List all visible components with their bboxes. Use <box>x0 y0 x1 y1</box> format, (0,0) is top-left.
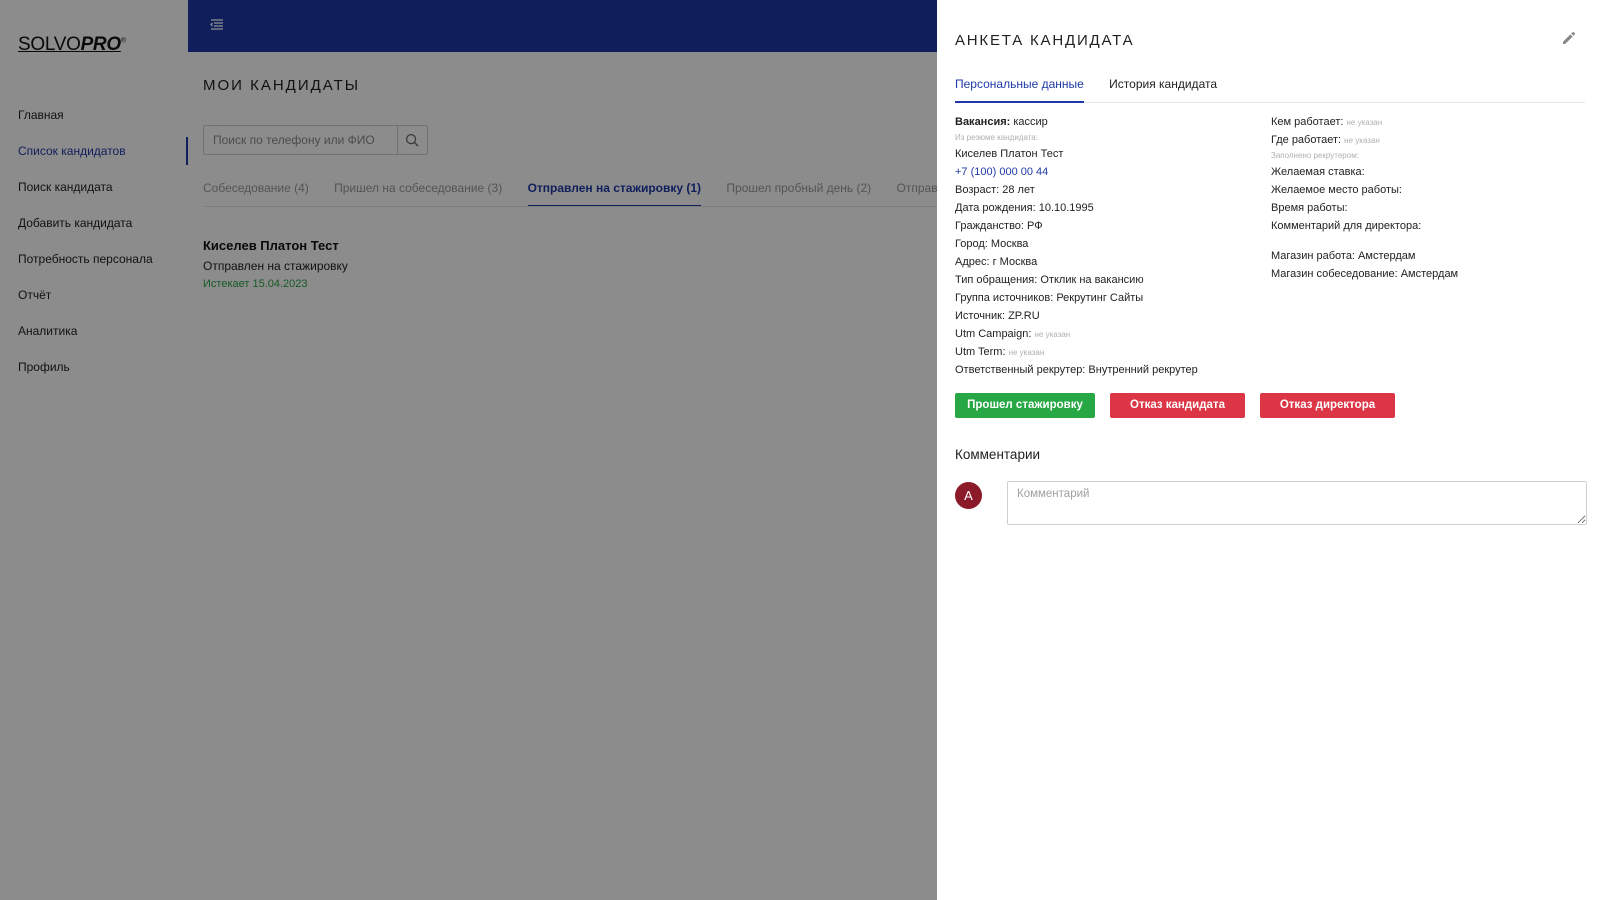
vacancy-label: Вакансия: <box>955 116 1011 128</box>
personal-data-right: Кем работает: не указан Где работает: не… <box>1271 113 1581 283</box>
tab-personal-data[interactable]: Персональные данные <box>955 73 1084 103</box>
utm-campaign-value: не указан <box>1034 330 1071 339</box>
tab-candidate-history[interactable]: История кандидата <box>1109 73 1217 103</box>
store-work-row: Магазин работа: Амстердам <box>1271 250 1416 262</box>
resume-hint: Из резюме кандидата: <box>955 133 1038 142</box>
phone-link[interactable]: +7 (100) 000 00 44 <box>955 163 1255 181</box>
utm-campaign-row: Utm Campaign: не указан <box>955 325 1255 343</box>
age-row: Возраст: 28 лет <box>955 184 1035 196</box>
utm-campaign-label: Utm Campaign: <box>955 328 1032 340</box>
comment-input[interactable] <box>1007 481 1587 525</box>
pencil-icon[interactable] <box>1560 29 1578 47</box>
vacancy-row: Вакансия: кассир <box>955 113 1255 131</box>
address-row: Адрес: г Москва <box>955 256 1038 268</box>
modal-backdrop[interactable] <box>0 0 937 900</box>
citizenship-row: Гражданство: РФ <box>955 220 1043 232</box>
source-group-row: Группа источников: Рекрутинг Сайты <box>955 292 1144 304</box>
vacancy-value: кассир <box>1013 116 1048 128</box>
work-time-row: Время работы: <box>1271 202 1348 214</box>
works-where-value: не указан <box>1344 136 1380 145</box>
source-row: Источник: ZP.RU <box>955 310 1040 322</box>
candidate-full-name: Киселев Платон Тест <box>955 148 1064 160</box>
drawer-title: АНКЕТА КАНДИДАТА <box>955 32 1135 49</box>
recruiter-hint: Заполнено рекрутером: <box>1271 151 1359 160</box>
desired-place-row: Желаемое место работы: <box>1271 184 1402 196</box>
utm-term-value: не указан <box>1008 348 1045 357</box>
personal-data-left: Вакансия: кассир Из резюме кандидата: Ки… <box>955 113 1255 379</box>
request-type-row: Тип обращения: Отклик на вакансию <box>955 274 1144 286</box>
director-reject-button[interactable]: Отказ директора <box>1260 393 1395 418</box>
avatar: А <box>955 482 982 509</box>
works-as-value: не указан <box>1346 118 1383 127</box>
works-where-label: Где работает: <box>1271 134 1342 146</box>
director-comment-row: Комментарий для директора: <box>1271 220 1422 232</box>
desired-rate-row: Желаемая ставка: <box>1271 166 1365 178</box>
utm-term-label: Utm Term: <box>955 346 1006 358</box>
drawer-tabs: Персональные данные История кандидата <box>955 73 1585 103</box>
works-as-row: Кем работает: не указан <box>1271 113 1581 131</box>
comments-title: Комментарии <box>955 447 1041 462</box>
city-row: Город: Москва <box>955 238 1029 250</box>
action-buttons: Прошел стажировку Отказ кандидата Отказ … <box>955 393 1410 418</box>
store-interview-row: Магазин собеседование: Амстердам <box>1271 268 1459 280</box>
birth-date-row: Дата рождения: 10.10.1995 <box>955 202 1094 214</box>
works-as-label: Кем работает: <box>1271 116 1344 128</box>
works-where-row: Где работает: не указан <box>1271 131 1581 149</box>
candidate-drawer: АНКЕТА КАНДИДАТА Персональные данные Ист… <box>937 0 1600 900</box>
recruiter-row: Ответственный рекрутер: Внутренний рекру… <box>955 364 1198 376</box>
utm-term-row: Utm Term: не указан <box>955 343 1255 361</box>
candidate-reject-button[interactable]: Отказ кандидата <box>1110 393 1245 418</box>
passed-internship-button[interactable]: Прошел стажировку <box>955 393 1095 418</box>
